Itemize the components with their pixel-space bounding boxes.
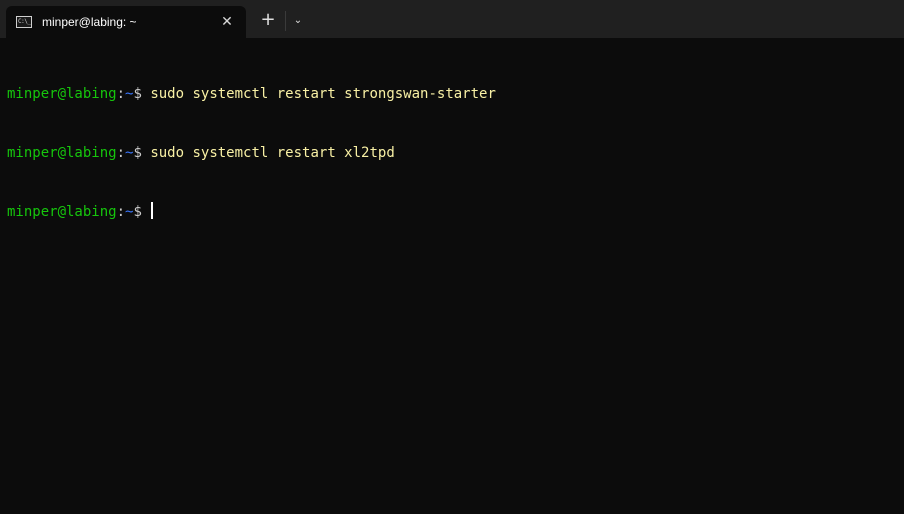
tab-title: minper@labing: ~: [42, 15, 137, 29]
terminal-icon: [16, 16, 32, 28]
prompt-colon: :: [116, 86, 126, 102]
chevron-down-icon[interactable]: ⌄: [288, 11, 308, 31]
prompt-symbol: $: [133, 144, 151, 161]
tab-bar: minper@labing: ~ ✕ + ⌄: [0, 0, 904, 38]
command-text: sudo systemctl restart strongswan-starte…: [150, 86, 496, 102]
text-cursor: [151, 202, 154, 219]
prompt-user: minper@labing: [7, 144, 117, 161]
terminal-line: minper@labing:~$: [7, 202, 897, 222]
command-text: sudo systemctl restart xl2tpd: [150, 144, 395, 161]
close-tab-button[interactable]: ✕: [217, 12, 237, 32]
terminal-window: minper@labing: ~ ✕ + ⌄ minper@labing:~$ …: [0, 0, 904, 514]
tab-terminal[interactable]: minper@labing: ~ ✕: [6, 6, 246, 38]
terminal-output[interactable]: minper@labing:~$ sudo systemctl restart …: [7, 46, 897, 506]
prompt-symbol: $: [133, 86, 151, 102]
tab-divider: [285, 11, 286, 31]
terminal-line: minper@labing:~$ sudo systemctl restart …: [7, 85, 897, 105]
prompt-colon: :: [116, 144, 126, 161]
prompt-symbol: $: [133, 204, 151, 220]
prompt-user: minper@labing: [7, 204, 117, 220]
terminal-line: minper@labing:~$ sudo systemctl restart …: [7, 144, 897, 164]
prompt-user: minper@labing: [7, 86, 117, 102]
new-tab-button[interactable]: +: [256, 10, 280, 32]
prompt-colon: :: [116, 204, 126, 220]
